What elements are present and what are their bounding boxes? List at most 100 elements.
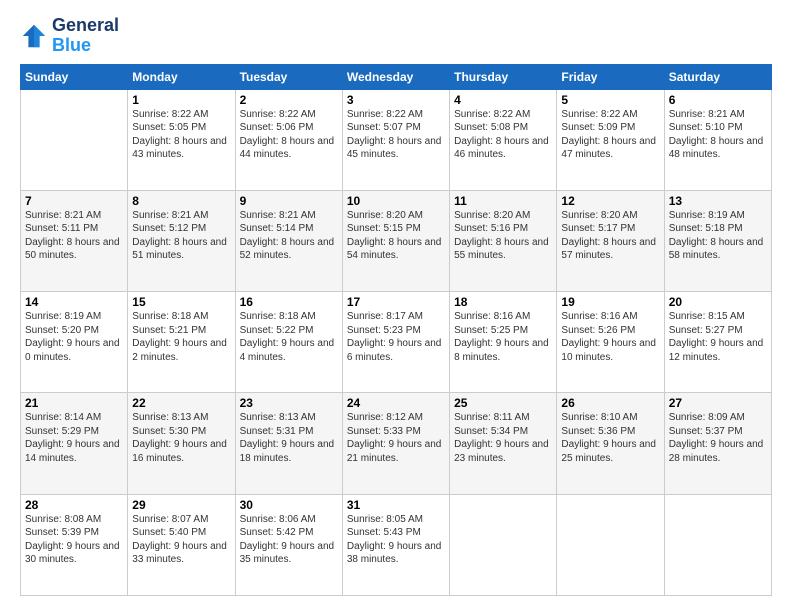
day-info: Sunrise: 8:10 AMSunset: 5:36 PMDaylight:… xyxy=(561,411,659,465)
calendar-cell: 13 Sunrise: 8:19 AMSunset: 5:18 PMDaylig… xyxy=(664,190,771,291)
day-number: 8 xyxy=(132,194,230,208)
weekday-header-row: SundayMondayTuesdayWednesdayThursdayFrid… xyxy=(21,64,772,89)
calendar-cell: 16 Sunrise: 8:18 AMSunset: 5:22 PMDaylig… xyxy=(235,292,342,393)
calendar-cell: 20 Sunrise: 8:15 AMSunset: 5:27 PMDaylig… xyxy=(664,292,771,393)
calendar-cell: 17 Sunrise: 8:17 AMSunset: 5:23 PMDaylig… xyxy=(342,292,449,393)
calendar-cell: 3 Sunrise: 8:22 AMSunset: 5:07 PMDayligh… xyxy=(342,89,449,190)
calendar-cell: 6 Sunrise: 8:21 AMSunset: 5:10 PMDayligh… xyxy=(664,89,771,190)
day-info: Sunrise: 8:21 AMSunset: 5:11 PMDaylight:… xyxy=(25,209,123,263)
weekday-header-cell: Saturday xyxy=(664,64,771,89)
day-number: 6 xyxy=(669,93,767,107)
calendar-cell: 1 Sunrise: 8:22 AMSunset: 5:05 PMDayligh… xyxy=(128,89,235,190)
day-number: 4 xyxy=(454,93,552,107)
day-number: 5 xyxy=(561,93,659,107)
calendar-week-row: 14 Sunrise: 8:19 AMSunset: 5:20 PMDaylig… xyxy=(21,292,772,393)
day-info: Sunrise: 8:19 AMSunset: 5:20 PMDaylight:… xyxy=(25,310,123,364)
day-info: Sunrise: 8:20 AMSunset: 5:15 PMDaylight:… xyxy=(347,209,445,263)
day-info: Sunrise: 8:13 AMSunset: 5:31 PMDaylight:… xyxy=(240,411,338,465)
day-number: 31 xyxy=(347,498,445,512)
day-info: Sunrise: 8:05 AMSunset: 5:43 PMDaylight:… xyxy=(347,513,445,567)
weekday-header-cell: Monday xyxy=(128,64,235,89)
calendar-cell: 28 Sunrise: 8:08 AMSunset: 5:39 PMDaylig… xyxy=(21,494,128,595)
weekday-header-cell: Tuesday xyxy=(235,64,342,89)
day-number: 26 xyxy=(561,396,659,410)
calendar-cell: 11 Sunrise: 8:20 AMSunset: 5:16 PMDaylig… xyxy=(450,190,557,291)
logo-icon xyxy=(20,22,48,50)
day-number: 19 xyxy=(561,295,659,309)
day-info: Sunrise: 8:13 AMSunset: 5:30 PMDaylight:… xyxy=(132,411,230,465)
day-info: Sunrise: 8:22 AMSunset: 5:08 PMDaylight:… xyxy=(454,108,552,162)
day-number: 22 xyxy=(132,396,230,410)
calendar-cell xyxy=(450,494,557,595)
day-number: 30 xyxy=(240,498,338,512)
day-info: Sunrise: 8:22 AMSunset: 5:09 PMDaylight:… xyxy=(561,108,659,162)
calendar-cell: 30 Sunrise: 8:06 AMSunset: 5:42 PMDaylig… xyxy=(235,494,342,595)
calendar-cell: 4 Sunrise: 8:22 AMSunset: 5:08 PMDayligh… xyxy=(450,89,557,190)
day-number: 18 xyxy=(454,295,552,309)
day-number: 10 xyxy=(347,194,445,208)
day-info: Sunrise: 8:21 AMSunset: 5:14 PMDaylight:… xyxy=(240,209,338,263)
calendar-cell: 7 Sunrise: 8:21 AMSunset: 5:11 PMDayligh… xyxy=(21,190,128,291)
day-number: 29 xyxy=(132,498,230,512)
calendar-cell: 31 Sunrise: 8:05 AMSunset: 5:43 PMDaylig… xyxy=(342,494,449,595)
calendar-cell: 27 Sunrise: 8:09 AMSunset: 5:37 PMDaylig… xyxy=(664,393,771,494)
day-info: Sunrise: 8:11 AMSunset: 5:34 PMDaylight:… xyxy=(454,411,552,465)
day-number: 2 xyxy=(240,93,338,107)
weekday-header-cell: Thursday xyxy=(450,64,557,89)
calendar-cell: 24 Sunrise: 8:12 AMSunset: 5:33 PMDaylig… xyxy=(342,393,449,494)
day-info: Sunrise: 8:07 AMSunset: 5:40 PMDaylight:… xyxy=(132,513,230,567)
calendar-cell: 15 Sunrise: 8:18 AMSunset: 5:21 PMDaylig… xyxy=(128,292,235,393)
day-number: 13 xyxy=(669,194,767,208)
day-number: 3 xyxy=(347,93,445,107)
day-number: 21 xyxy=(25,396,123,410)
day-info: Sunrise: 8:16 AMSunset: 5:26 PMDaylight:… xyxy=(561,310,659,364)
calendar-table: SundayMondayTuesdayWednesdayThursdayFrid… xyxy=(20,64,772,596)
day-info: Sunrise: 8:12 AMSunset: 5:33 PMDaylight:… xyxy=(347,411,445,465)
logo-line1: General xyxy=(52,16,119,36)
day-info: Sunrise: 8:22 AMSunset: 5:05 PMDaylight:… xyxy=(132,108,230,162)
day-number: 16 xyxy=(240,295,338,309)
day-number: 24 xyxy=(347,396,445,410)
day-info: Sunrise: 8:19 AMSunset: 5:18 PMDaylight:… xyxy=(669,209,767,263)
calendar-week-row: 21 Sunrise: 8:14 AMSunset: 5:29 PMDaylig… xyxy=(21,393,772,494)
calendar-cell: 8 Sunrise: 8:21 AMSunset: 5:12 PMDayligh… xyxy=(128,190,235,291)
calendar-cell: 21 Sunrise: 8:14 AMSunset: 5:29 PMDaylig… xyxy=(21,393,128,494)
calendar-cell: 9 Sunrise: 8:21 AMSunset: 5:14 PMDayligh… xyxy=(235,190,342,291)
day-number: 11 xyxy=(454,194,552,208)
calendar-cell: 10 Sunrise: 8:20 AMSunset: 5:15 PMDaylig… xyxy=(342,190,449,291)
calendar-week-row: 7 Sunrise: 8:21 AMSunset: 5:11 PMDayligh… xyxy=(21,190,772,291)
calendar-cell: 26 Sunrise: 8:10 AMSunset: 5:36 PMDaylig… xyxy=(557,393,664,494)
calendar-cell xyxy=(664,494,771,595)
day-info: Sunrise: 8:14 AMSunset: 5:29 PMDaylight:… xyxy=(25,411,123,465)
day-info: Sunrise: 8:18 AMSunset: 5:21 PMDaylight:… xyxy=(132,310,230,364)
calendar-cell: 29 Sunrise: 8:07 AMSunset: 5:40 PMDaylig… xyxy=(128,494,235,595)
day-number: 17 xyxy=(347,295,445,309)
calendar-cell: 25 Sunrise: 8:11 AMSunset: 5:34 PMDaylig… xyxy=(450,393,557,494)
day-info: Sunrise: 8:16 AMSunset: 5:25 PMDaylight:… xyxy=(454,310,552,364)
day-info: Sunrise: 8:20 AMSunset: 5:16 PMDaylight:… xyxy=(454,209,552,263)
day-number: 27 xyxy=(669,396,767,410)
calendar-cell xyxy=(21,89,128,190)
day-info: Sunrise: 8:09 AMSunset: 5:37 PMDaylight:… xyxy=(669,411,767,465)
logo: General Blue xyxy=(20,16,119,56)
header: General Blue xyxy=(20,16,772,56)
day-number: 28 xyxy=(25,498,123,512)
day-number: 12 xyxy=(561,194,659,208)
day-info: Sunrise: 8:15 AMSunset: 5:27 PMDaylight:… xyxy=(669,310,767,364)
weekday-header-cell: Sunday xyxy=(21,64,128,89)
day-number: 23 xyxy=(240,396,338,410)
calendar-cell: 18 Sunrise: 8:16 AMSunset: 5:25 PMDaylig… xyxy=(450,292,557,393)
logo-text: General Blue xyxy=(52,16,119,56)
day-info: Sunrise: 8:08 AMSunset: 5:39 PMDaylight:… xyxy=(25,513,123,567)
calendar-week-row: 28 Sunrise: 8:08 AMSunset: 5:39 PMDaylig… xyxy=(21,494,772,595)
calendar-cell: 2 Sunrise: 8:22 AMSunset: 5:06 PMDayligh… xyxy=(235,89,342,190)
day-info: Sunrise: 8:21 AMSunset: 5:10 PMDaylight:… xyxy=(669,108,767,162)
day-number: 9 xyxy=(240,194,338,208)
day-number: 20 xyxy=(669,295,767,309)
day-number: 25 xyxy=(454,396,552,410)
calendar-cell: 22 Sunrise: 8:13 AMSunset: 5:30 PMDaylig… xyxy=(128,393,235,494)
day-info: Sunrise: 8:22 AMSunset: 5:06 PMDaylight:… xyxy=(240,108,338,162)
day-number: 1 xyxy=(132,93,230,107)
calendar-cell xyxy=(557,494,664,595)
day-info: Sunrise: 8:06 AMSunset: 5:42 PMDaylight:… xyxy=(240,513,338,567)
